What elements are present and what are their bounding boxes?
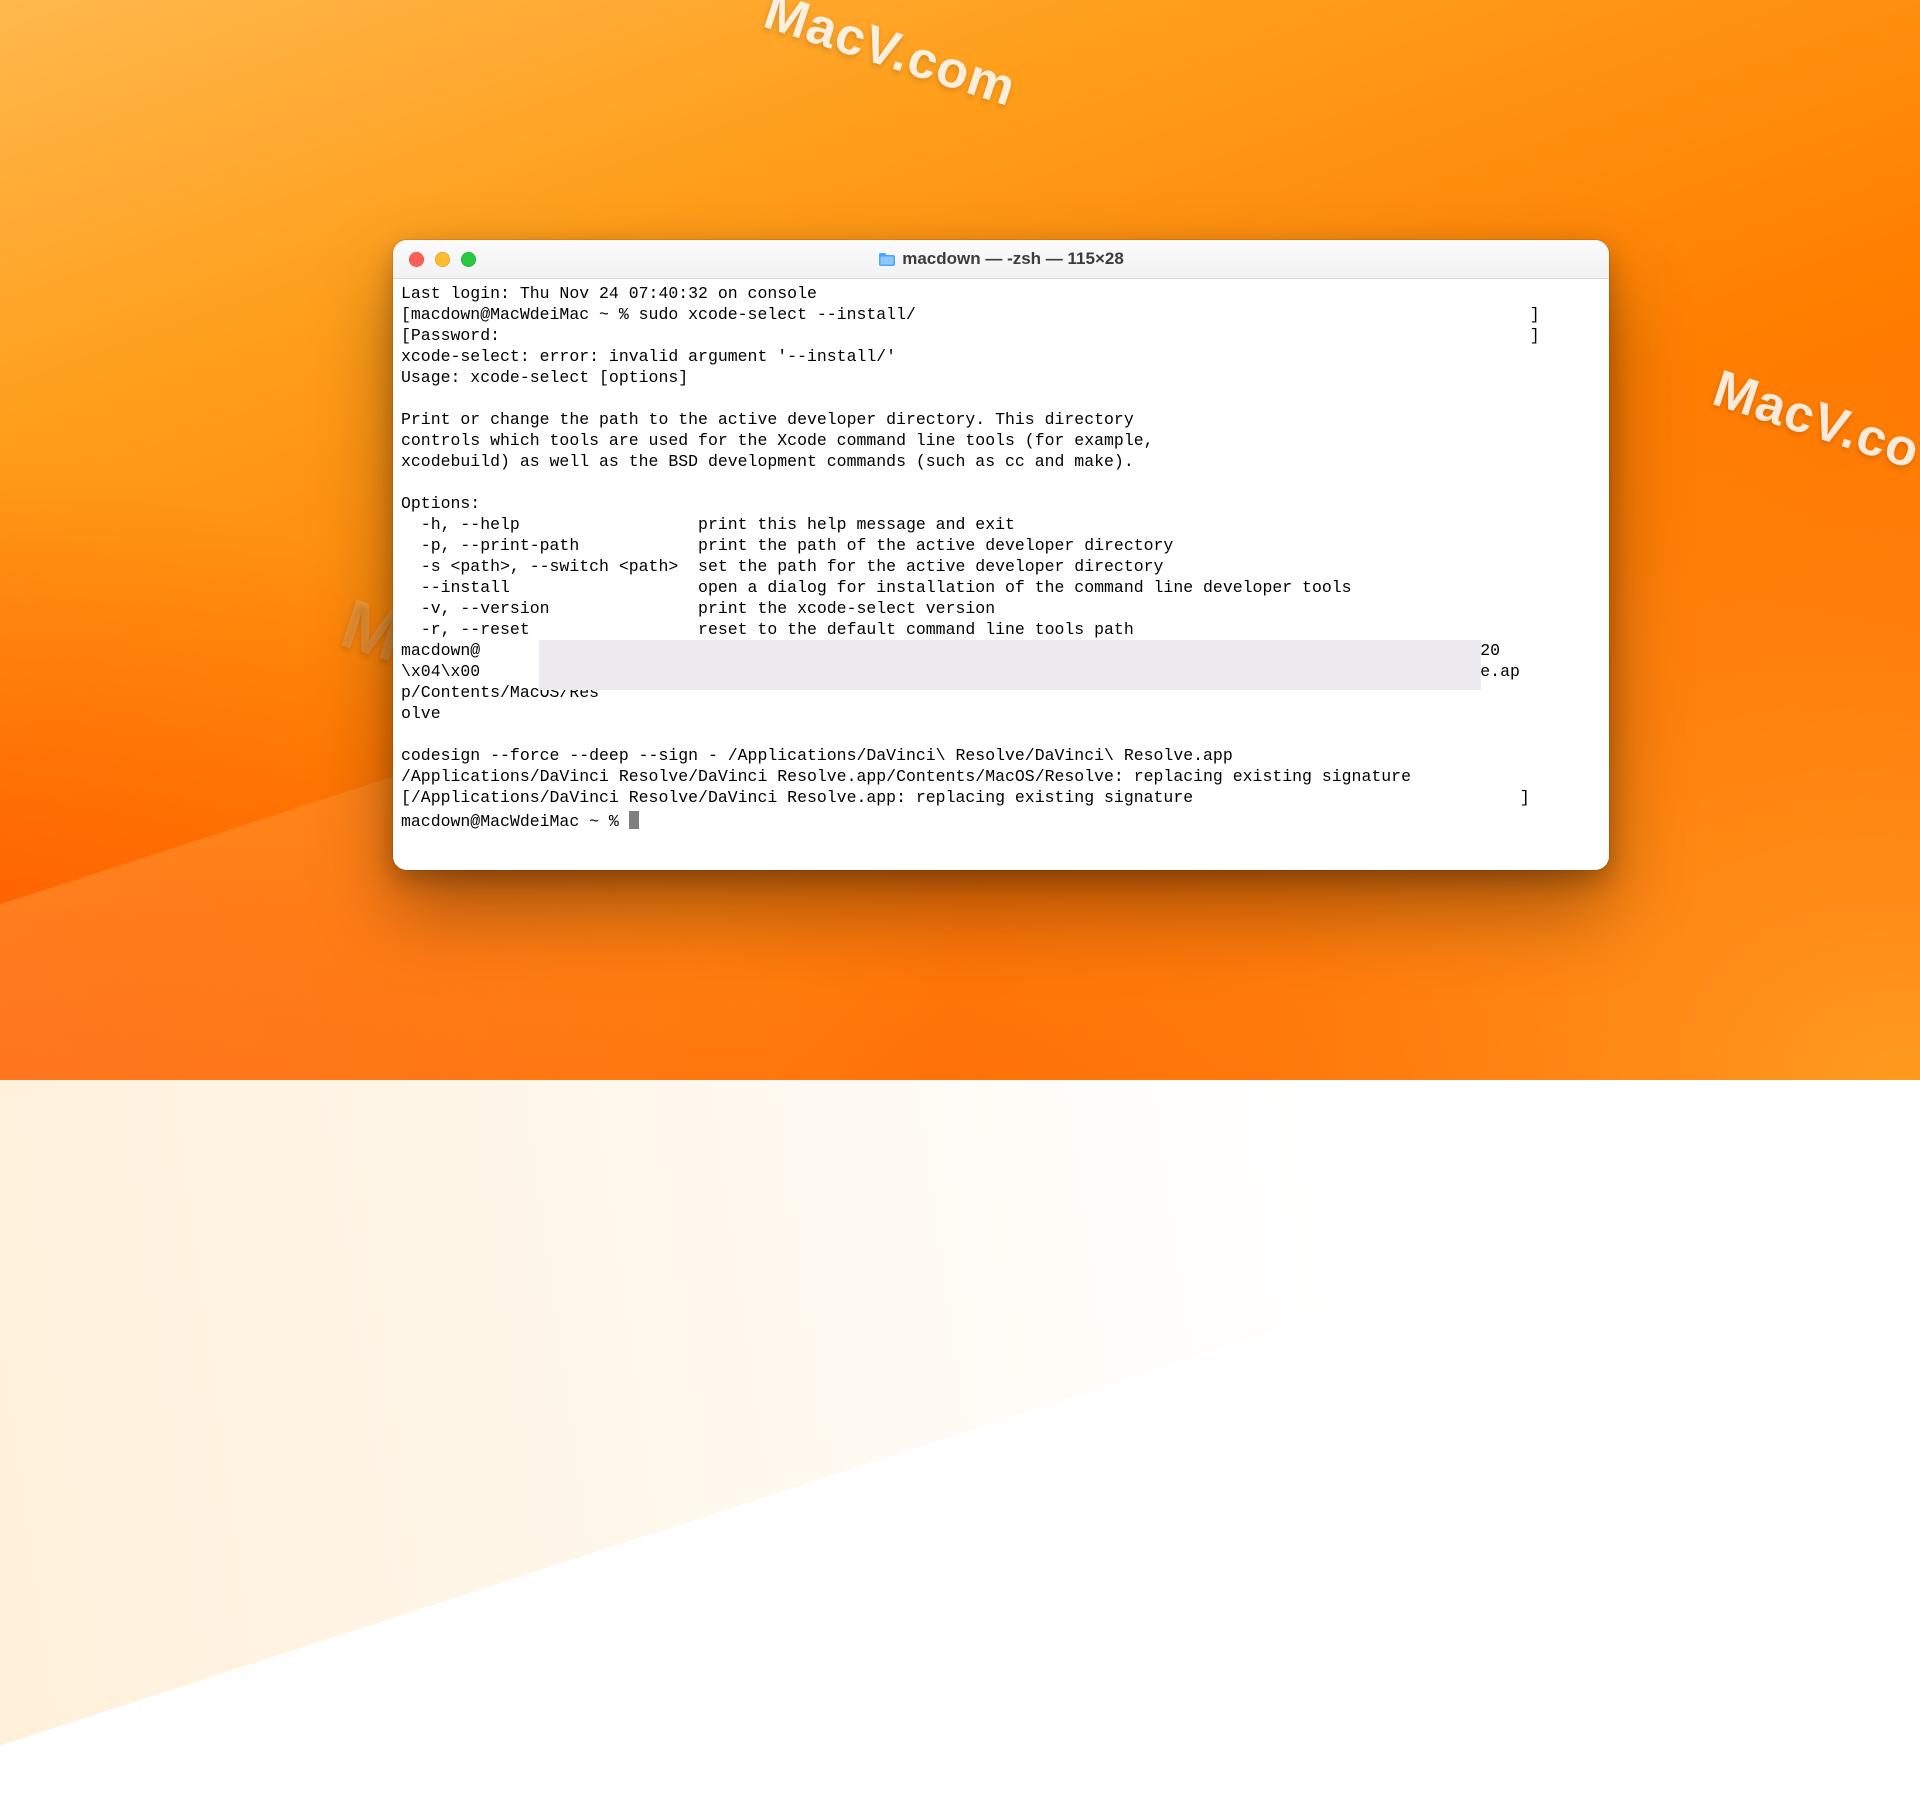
window-title-text: macdown — -zsh — 115×28 xyxy=(902,249,1124,269)
terminal-line: macdown@MacWdeiMac ~ % xyxy=(401,812,629,831)
close-button[interactable] xyxy=(409,252,424,267)
terminal-line: controls which tools are used for the Xc… xyxy=(401,431,1154,450)
minimize-button[interactable] xyxy=(435,252,450,267)
terminal-line: [macdown@MacWdeiMac ~ % sudo xcode-selec… xyxy=(401,305,1540,324)
terminal-line: Options: xyxy=(401,494,480,513)
terminal-line: -s <path>, --switch <path> set the path … xyxy=(401,557,1163,576)
terminal-line: p/Contents/MacOS/Res xyxy=(401,683,599,702)
window-title: macdown — -zsh — 115×28 xyxy=(393,249,1609,269)
terminal-line: [/Applications/DaVinci Resolve/DaVinci R… xyxy=(401,788,1530,807)
terminal-line: -r, --reset reset to the default command… xyxy=(401,620,1134,639)
terminal-cursor xyxy=(629,811,639,829)
terminal-line: -p, --print-path print the path of the a… xyxy=(401,536,1173,555)
terminal-line: --install open a dialog for installation… xyxy=(401,578,1352,597)
terminal-line: macdown@ -e 's/\x20 xyxy=(401,641,1500,660)
zoom-button[interactable] xyxy=(461,252,476,267)
terminal-line: Print or change the path to the active d… xyxy=(401,410,1134,429)
terminal-line: olve xyxy=(401,704,441,723)
home-folder-icon xyxy=(878,251,896,267)
terminal-line: [Password: ] xyxy=(401,326,1540,345)
terminal-content[interactable]: Last login: Thu Nov 24 07:40:32 on conso… xyxy=(393,279,1609,870)
terminal-line: -h, --help print this help message and e… xyxy=(401,515,1015,534)
terminal-line: xcodebuild) as well as the BSD developme… xyxy=(401,452,1134,471)
window-titlebar[interactable]: macdown — -zsh — 115×28 xyxy=(393,240,1609,279)
terminal-line: xcode-select: error: invalid argument '-… xyxy=(401,347,896,366)
terminal-line: -v, --version print the xcode-select ver… xyxy=(401,599,995,618)
terminal-line: \x04\x00 \ Resolve.ap xyxy=(401,662,1520,681)
terminal-window[interactable]: macdown — -zsh — 115×28 Last login: Thu … xyxy=(393,240,1609,870)
terminal-line: codesign --force --deep --sign - /Applic… xyxy=(401,746,1233,765)
terminal-line: /Applications/DaVinci Resolve/DaVinci Re… xyxy=(401,767,1411,786)
terminal-line: Usage: xcode-select [options] xyxy=(401,368,688,387)
terminal-line: Last login: Thu Nov 24 07:40:32 on conso… xyxy=(401,284,817,303)
traffic-lights xyxy=(409,252,476,267)
